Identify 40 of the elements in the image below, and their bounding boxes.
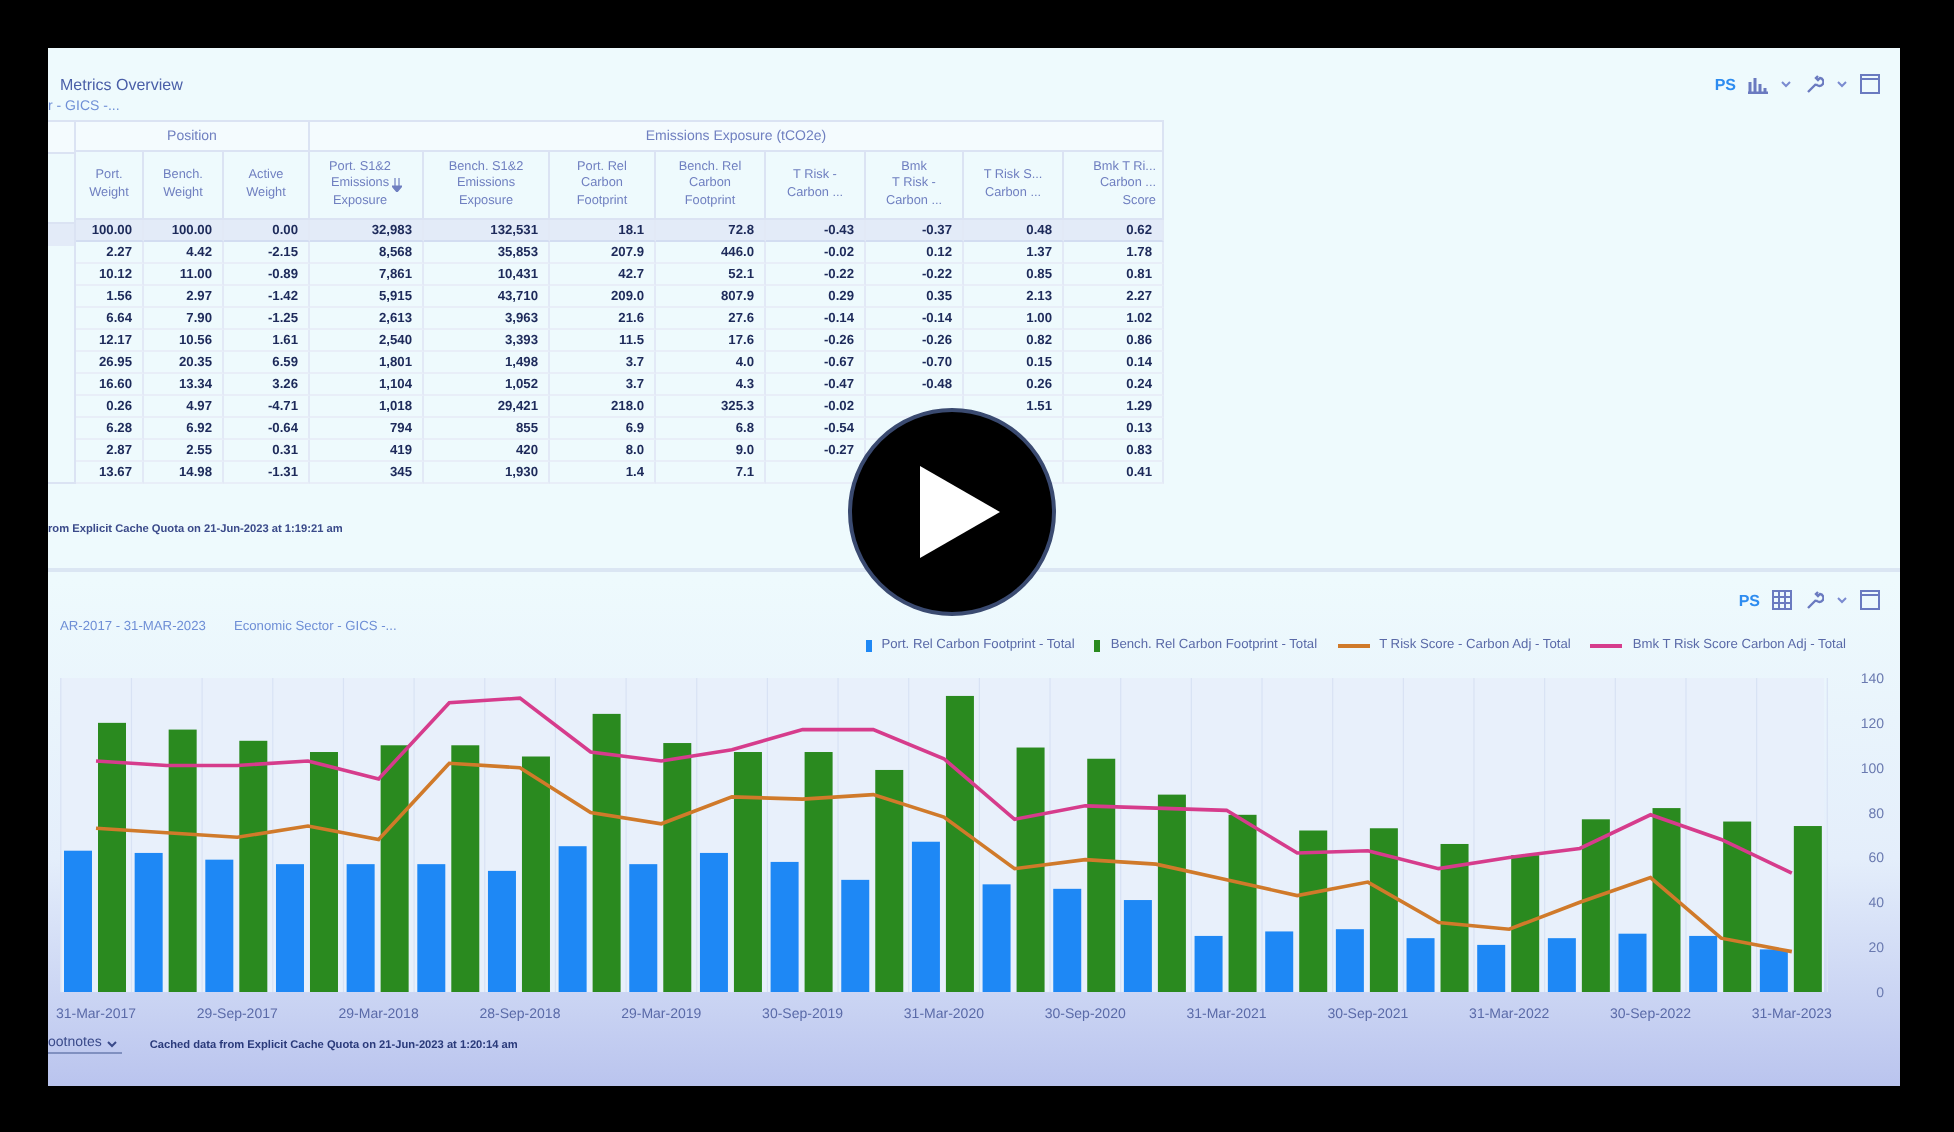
chart-bar — [276, 864, 304, 992]
chart-bar — [1477, 944, 1506, 992]
chevron-down-icon — [105, 1039, 118, 1047]
window-icon[interactable] — [1860, 74, 1880, 94]
play-icon — [920, 466, 1000, 558]
chart-bar — [64, 850, 92, 992]
chart-bar — [1265, 931, 1294, 992]
panel-title: Metrics Overview — [60, 75, 183, 93]
ps-badge[interactable]: PS — [1714, 75, 1736, 93]
wrench-icon[interactable] — [1804, 74, 1824, 94]
sort-down-icon[interactable] — [392, 178, 403, 192]
chart-bar — [629, 864, 658, 992]
chart-bar — [1547, 938, 1576, 992]
chart-bar — [770, 861, 799, 992]
chart-bar — [1335, 929, 1364, 992]
chart-bar — [699, 852, 728, 992]
chart-bar — [1511, 855, 1540, 992]
grid-icon[interactable] — [1772, 590, 1792, 610]
chart-bar — [346, 864, 375, 992]
window-icon[interactable] — [1860, 590, 1880, 610]
chart-bar — [134, 852, 163, 992]
chart-bar — [205, 859, 234, 992]
bar-chart-icon[interactable] — [1748, 75, 1768, 93]
chart-bar — [1053, 888, 1082, 992]
chart-bar — [1406, 938, 1435, 992]
chart-bar — [841, 879, 870, 992]
chart-bar — [1123, 900, 1152, 992]
chevron-down-icon[interactable] — [1780, 80, 1792, 88]
chart-bar — [1689, 935, 1718, 992]
ps-badge[interactable]: PS — [1738, 591, 1760, 609]
chevron-down-icon[interactable] — [1836, 596, 1848, 604]
chevron-down-icon[interactable] — [1836, 80, 1848, 88]
wrench-icon[interactable] — [1804, 590, 1824, 610]
chart-bar — [982, 884, 1011, 992]
chart-bar — [417, 864, 446, 992]
bar-swatch-icon — [865, 639, 872, 651]
line-swatch-icon — [1337, 643, 1370, 647]
line-swatch-icon — [1590, 643, 1623, 647]
bar-swatch-icon — [1094, 639, 1101, 651]
chart-bar — [487, 870, 516, 992]
